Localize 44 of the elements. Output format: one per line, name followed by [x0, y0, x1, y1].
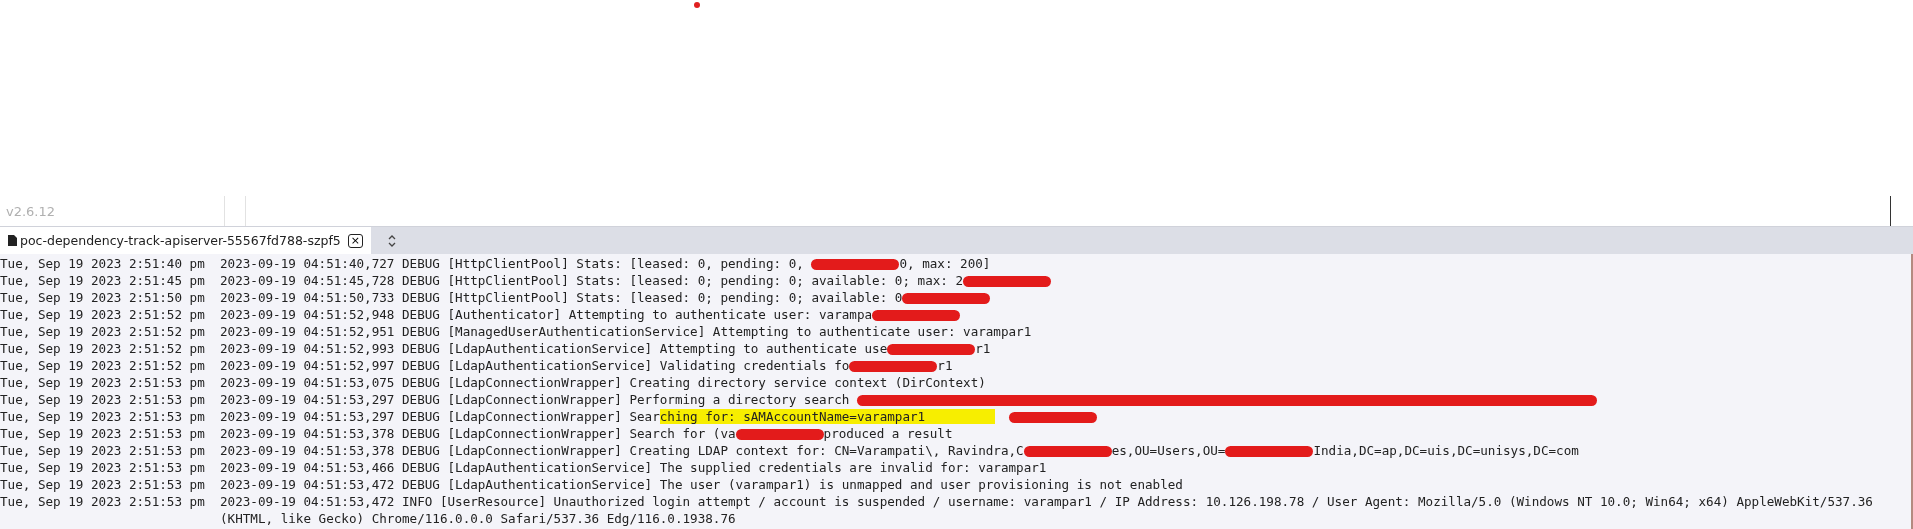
log-text: es,OU=Users,OU= — [1111, 443, 1226, 458]
log-text: India,DC=ap,DC=uis,DC=unisys,DC=com — [1313, 443, 1579, 458]
version-label: v2.6.12 — [5, 203, 57, 219]
log-text: 2023-09-19 04:51:53,378 DEBUG [LdapConnectionWrapper] Search for (va — [220, 426, 736, 441]
log-timestamp: Tue, Sep 19 2023 2:51:40 pm — [0, 255, 206, 272]
pod-tab[interactable]: poc-dependency-track-apiserver-55567fd788-szpf5 × — [0, 227, 371, 254]
log-timestamp: Tue, Sep 19 2023 2:51:50 pm — [0, 289, 206, 306]
log-text: 2023-09-19 04:51:53,472 INFO [UserResource] Unauthorized login attempt / account is suspended / username: varampar1 / IP Address: 10.126.198.78 / User Agent: Mozilla/5.0 (Windows NT 10.0; Win64; x64) AppleWebKit/537.36 — [220, 494, 1873, 509]
log-timestamp: Tue, Sep 19 2023 2:51:53 pm — [0, 391, 206, 408]
dot-mark — [694, 2, 700, 8]
log-text: 2023-09-19 04:51:53,297 DEBUG [LdapConnectionWrapper] Sear — [220, 409, 660, 424]
log-text: 2023-09-19 04:51:53,297 DEBUG [LdapConnectionWrapper] Performing a directory search — [220, 392, 851, 407]
file-icon — [8, 235, 17, 246]
log-text: (KHTML, like Gecko) Chrome/116.0.0.0 Safari/537.36 Edg/116.0.1938.76 — [220, 511, 736, 526]
log-timestamp: Tue, Sep 19 2023 2:51:53 pm — [0, 374, 206, 391]
log-text: produced a result — [823, 426, 953, 441]
log-text: 2023-09-19 04:51:53,378 DEBUG [LdapConnectionWrapper] Creating LDAP context for: CN=Varampati\, Ravindra,C — [220, 443, 1024, 458]
log-timestamp: Tue, Sep 19 2023 2:51:53 pm — [0, 476, 206, 493]
log-text: 2023-09-19 04:51:52,951 DEBUG [ManagedUserAuthenticationService] Attempting to authenticate user: varampar1 — [220, 324, 1032, 339]
log-timestamp: Tue, Sep 19 2023 2:51:53 pm — [0, 425, 206, 442]
log-timestamp: Tue, Sep 19 2023 2:51:52 pm — [0, 340, 206, 357]
log-text: 2023-09-19 04:51:52,948 DEBUG [Authenticator] Attempting to authenticate user: varampa — [220, 307, 873, 322]
log-text: 2023-09-19 04:51:53,075 DEBUG [LdapConnectionWrapper] Creating directory service context (DirContext) — [220, 375, 986, 390]
log-timestamp: Tue, Sep 19 2023 2:51:52 pm — [0, 306, 206, 323]
log-timestamp: Tue, Sep 19 2023 2:51:45 pm — [0, 272, 206, 289]
log-timestamp: Tue, Sep 19 2023 2:51:53 pm — [0, 442, 206, 459]
log-text: r1 — [975, 341, 991, 356]
log-text: 2023-09-19 04:51:52,993 DEBUG [LdapAuthenticationService] Attempting to authenticate use — [220, 341, 888, 356]
log-text: 2023-09-19 04:51:50,733 DEBUG [HttpClientPool] Stats: [leased: 0; pending: 0; available: 0 — [220, 290, 903, 305]
expand-collapse-icon[interactable] — [386, 233, 397, 248]
log-text: 2023-09-19 04:51:45,728 DEBUG [HttpClientPool] Stats: [leased: 0; pending: 0; available: 0; max: 2 — [220, 273, 964, 288]
log-text: 2023-09-19 04:51:53,466 DEBUG [LdapAuthenticationService] The supplied credentials are invalid for: varampar1 — [220, 460, 1047, 475]
log-text: 2023-09-19 04:51:40,727 DEBUG [HttpClientPool] Stats: [leased: 0, pending: 0, — [220, 256, 805, 271]
log-timestamp: Tue, Sep 19 2023 2:51:52 pm — [0, 323, 206, 340]
tab-label[interactable]: poc-dependency-track-apiserver-55567fd788-szpf5 — [20, 233, 341, 248]
log-text: 2023-09-19 04:51:52,997 DEBUG [LdapAuthenticationService] Validating credentials fo — [220, 358, 850, 373]
log-timestamp: Tue, Sep 19 2023 2:51:53 pm — [0, 408, 206, 425]
log-timestamp: Tue, Sep 19 2023 2:51:53 pm — [0, 459, 206, 476]
log-text: r1 — [937, 358, 953, 373]
log-timestamp: Tue, Sep 19 2023 2:51:53 pm — [0, 493, 206, 511]
log-text: 0, max: 200] — [899, 256, 991, 271]
close-button[interactable]: × — [347, 233, 363, 248]
log-text: 2023-09-19 04:51:53,472 DEBUG [LdapAuthenticationService] The user (varampar1) is unmapped and user provisioning is not enabled — [220, 477, 1183, 492]
log-timestamp: Tue, Sep 19 2023 2:51:52 pm — [0, 357, 206, 374]
